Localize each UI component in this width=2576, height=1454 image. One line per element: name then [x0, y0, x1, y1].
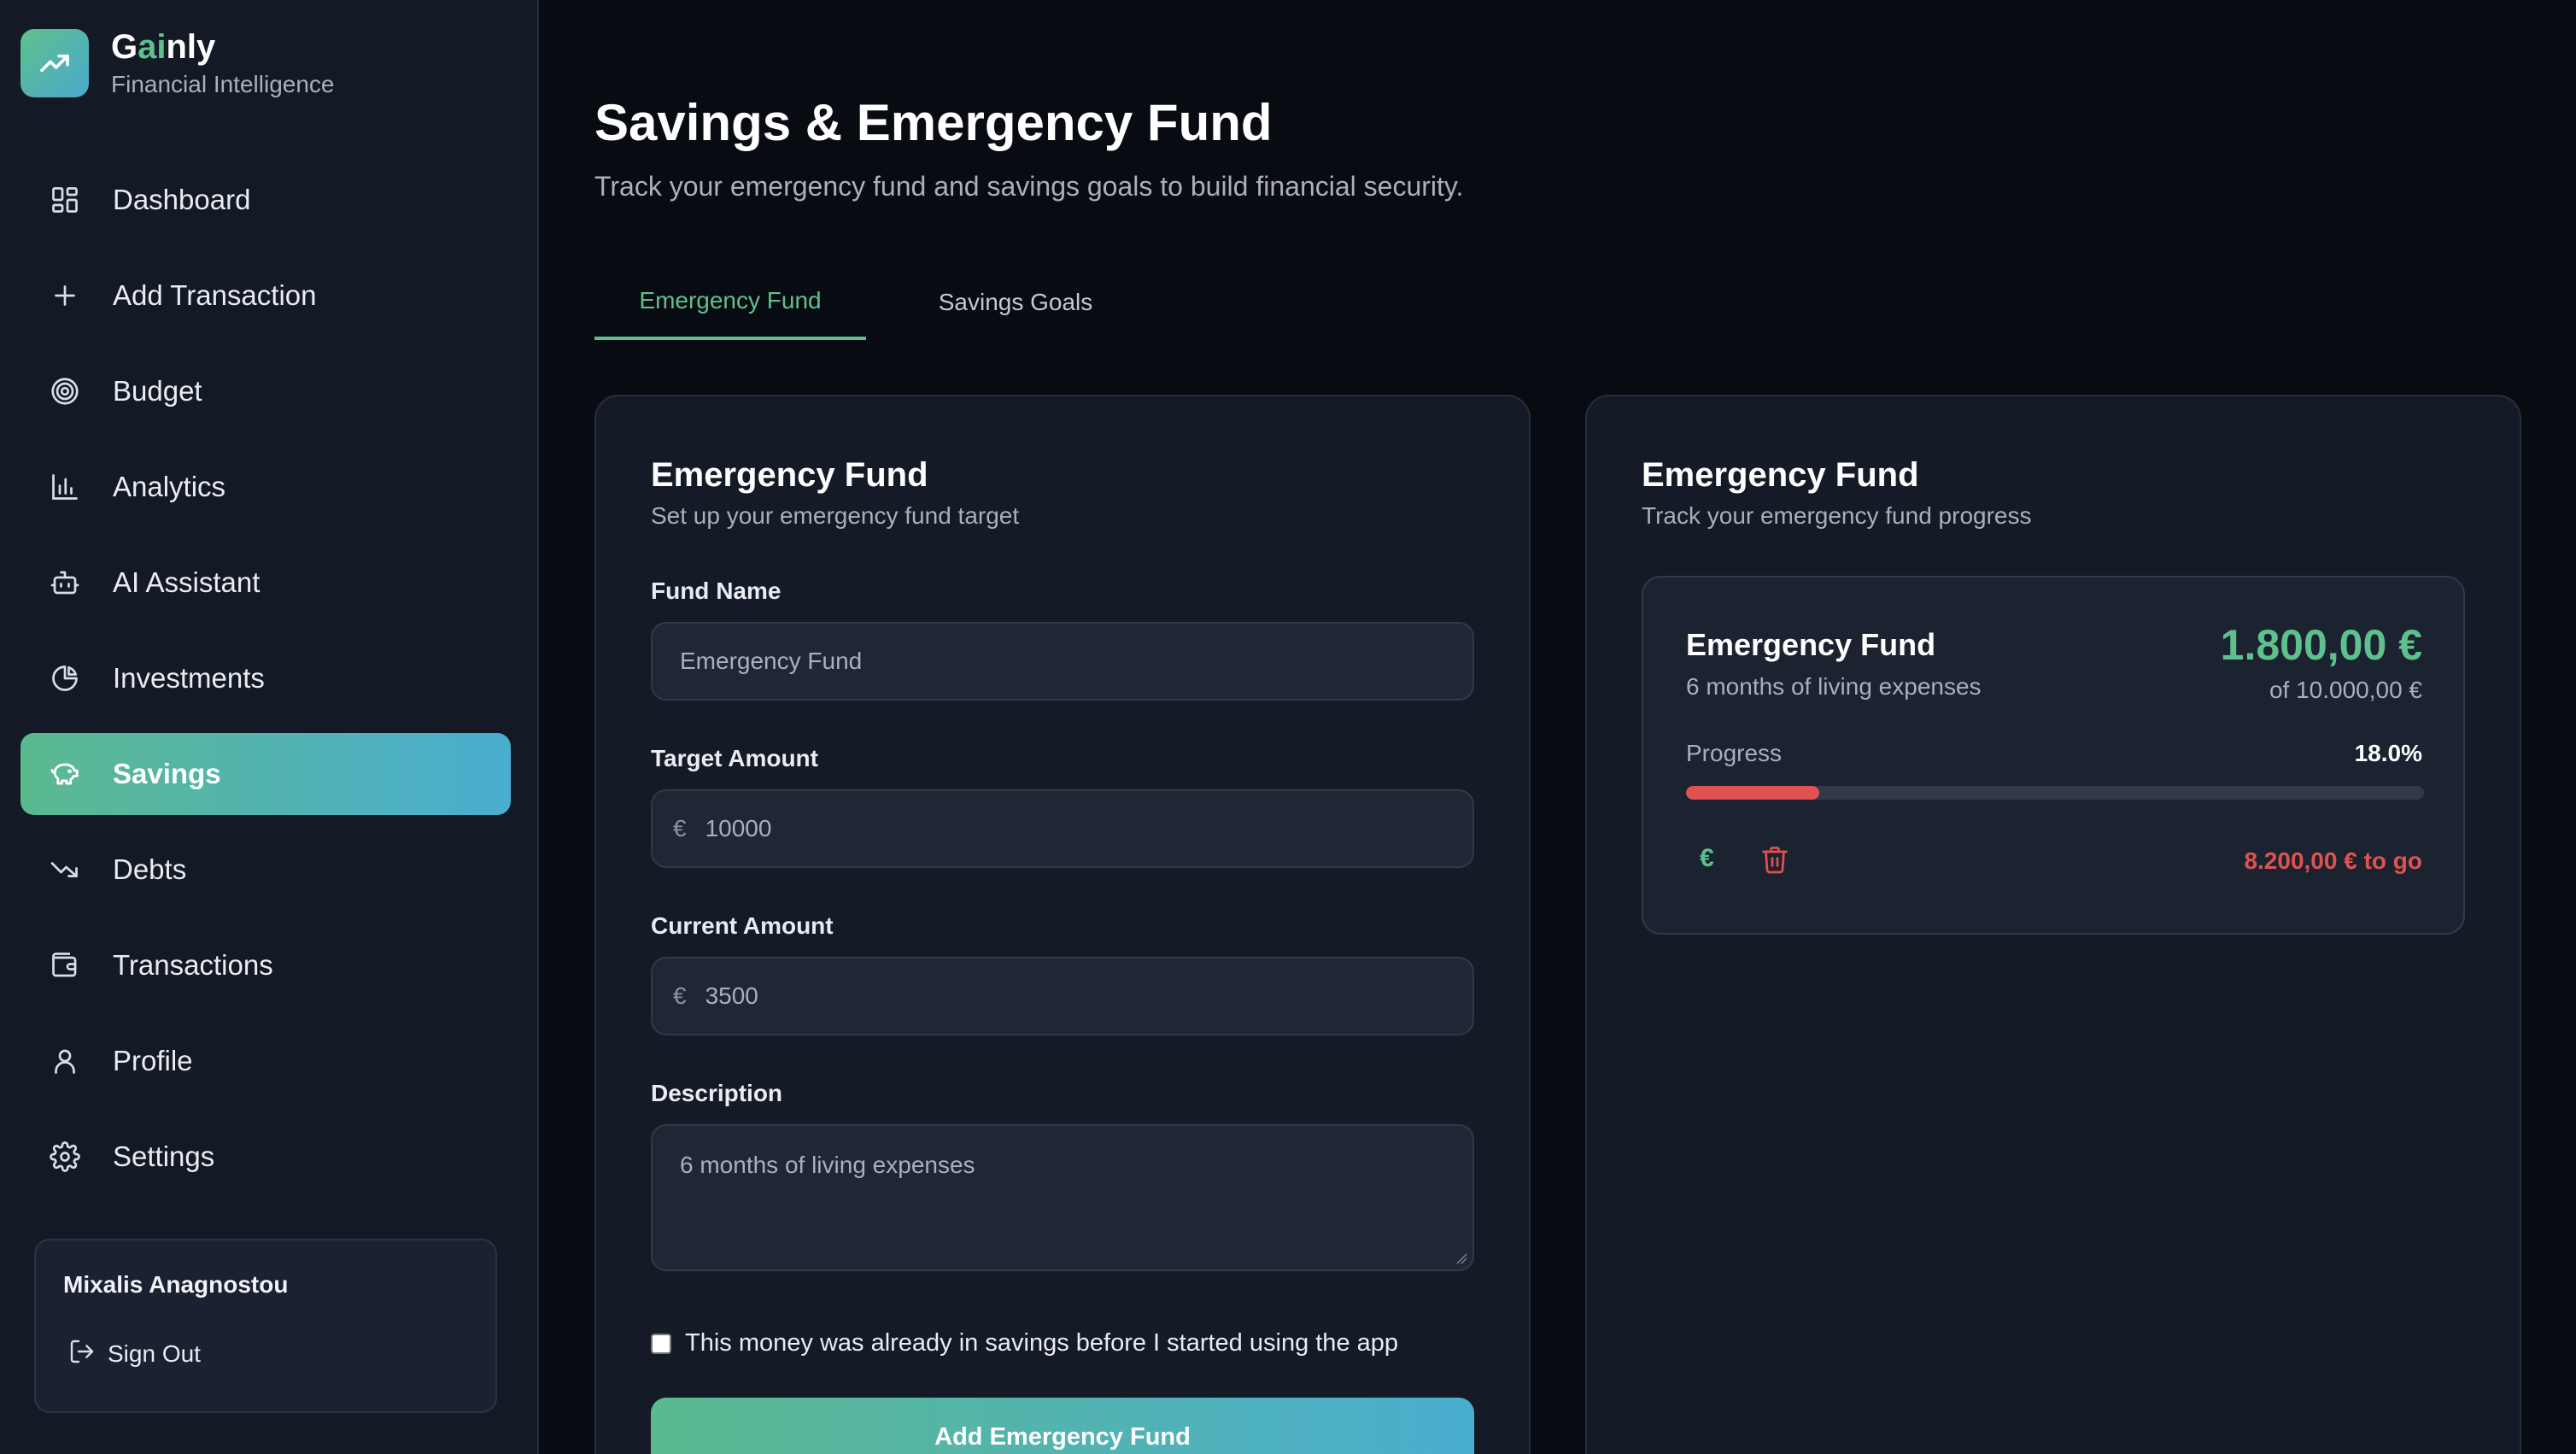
sidebar-item-label: Profile: [113, 1045, 193, 1076]
sign-out-button[interactable]: Sign Out: [68, 1338, 201, 1369]
progress-bar-fill: [1686, 786, 1819, 800]
description-value: 6 months of living expenses: [680, 1152, 975, 1178]
sidebar-item-analytics[interactable]: Analytics: [20, 446, 511, 528]
progress-label: Progress: [1686, 740, 1783, 766]
target-icon: [48, 374, 82, 408]
remaining-amount: 8.200,00 € to go: [2244, 847, 2422, 874]
sidebar-item-ai-assistant[interactable]: AI Assistant: [20, 542, 511, 624]
tab-emergency-fund[interactable]: Emergency Fund: [594, 265, 866, 340]
user-icon: [48, 1044, 82, 1078]
sidebar-item-add-transaction[interactable]: Add Transaction: [20, 255, 511, 337]
sidebar-item-debts[interactable]: Debts: [20, 829, 511, 911]
sidebar-nav: Dashboard Add Transaction Budget Analyti…: [20, 159, 511, 1211]
pre-existing-savings-checkbox[interactable]: [651, 1333, 671, 1354]
fund-name: Emergency Fund: [1686, 627, 1936, 662]
tab-savings-goals[interactable]: Savings Goals: [866, 265, 1165, 340]
target-amount-value: 10000: [705, 815, 772, 841]
fund-name-value: Emergency Fund: [680, 648, 863, 674]
sidebar-item-label: Budget: [113, 375, 202, 407]
emergency-fund-form-card: Emergency Fund Set up your emergency fun…: [594, 395, 1531, 1454]
target-amount-input[interactable]: € 10000: [651, 789, 1474, 868]
sidebar-item-label: AI Assistant: [113, 566, 261, 598]
gear-icon: [48, 1140, 82, 1174]
emergency-fund-progress-card: Emergency Fund Track your emergency fund…: [1585, 395, 2521, 1454]
pre-existing-savings-label[interactable]: This money was already in savings before…: [685, 1329, 1398, 1357]
sidebar-item-transactions[interactable]: Transactions: [20, 924, 511, 1006]
sidebar-item-label: Transactions: [113, 949, 273, 981]
form-subtitle: Set up your emergency fund target: [651, 502, 1020, 529]
plus-icon: [48, 278, 82, 313]
wallet-icon: [48, 948, 82, 982]
sidebar-item-label: Dashboard: [113, 184, 251, 215]
trending-up-icon: [20, 29, 89, 97]
piggy-bank-icon: [48, 757, 82, 791]
brand-tagline: Financial Intelligence: [111, 71, 335, 97]
progress-percent: 18.0%: [2354, 740, 2422, 766]
sidebar-item-investments[interactable]: Investments: [20, 637, 511, 719]
brand-name: Gainly: [111, 28, 216, 66]
sidebar-item-label: Analytics: [113, 471, 226, 502]
sidebar-item-label: Settings: [113, 1140, 215, 1172]
fund-name-input[interactable]: Emergency Fund: [651, 622, 1474, 701]
sidebar-item-profile[interactable]: Profile: [20, 1020, 511, 1102]
sidebar-item-budget[interactable]: Budget: [20, 350, 511, 432]
form-title: Emergency Fund: [651, 456, 928, 494]
fund-item: Emergency Fund 6 months of living expens…: [1642, 576, 2465, 935]
description-label: Description: [651, 1080, 783, 1106]
progress-title: Emergency Fund: [1642, 456, 1919, 494]
user-card: Mixalis Anagnostou Sign Out: [34, 1239, 497, 1413]
trash-icon[interactable]: [1759, 844, 1790, 875]
sidebar-item-dashboard[interactable]: Dashboard: [20, 159, 511, 241]
euro-icon: €: [673, 982, 687, 1009]
sidebar-item-label: Savings: [113, 758, 221, 789]
sign-out-label: Sign Out: [108, 1340, 201, 1367]
page-title: Savings & Emergency Fund: [594, 94, 1273, 151]
tabs: Emergency Fund Savings Goals: [594, 265, 1165, 340]
add-money-euro-button[interactable]: €: [1700, 844, 1714, 873]
fund-target-amount: of 10.000,00 €: [2269, 677, 2422, 703]
sidebar-item-settings[interactable]: Settings: [20, 1116, 511, 1198]
dashboard-icon: [48, 183, 82, 217]
current-amount-value: 3500: [705, 982, 758, 1009]
euro-icon: €: [673, 815, 687, 841]
brand[interactable]: Gainly Financial Intelligence: [20, 29, 335, 99]
bar-chart-icon: [48, 470, 82, 504]
sidebar: Gainly Financial Intelligence Dashboard …: [0, 0, 539, 1454]
current-amount-label: Current Amount: [651, 912, 834, 939]
sidebar-item-savings[interactable]: Savings: [20, 733, 511, 815]
sidebar-item-label: Debts: [113, 853, 187, 885]
description-textarea[interactable]: 6 months of living expenses: [651, 1124, 1474, 1271]
sidebar-item-label: Add Transaction: [113, 279, 317, 311]
sidebar-item-label: Investments: [113, 662, 265, 694]
add-emergency-fund-button[interactable]: Add Emergency Fund: [651, 1398, 1474, 1454]
current-amount-input[interactable]: € 3500: [651, 957, 1474, 1035]
fund-name-label: Fund Name: [651, 577, 782, 604]
pre-existing-savings-row: This money was already in savings before…: [651, 1329, 1398, 1357]
fund-current-amount: 1.800,00 €: [2220, 621, 2422, 669]
resize-grip-icon[interactable]: [1455, 1252, 1467, 1264]
target-amount-label: Target Amount: [651, 745, 818, 771]
user-name: Mixalis Anagnostou: [63, 1271, 289, 1298]
trending-down-icon: [48, 853, 82, 887]
progress-subtitle: Track your emergency fund progress: [1642, 502, 2032, 529]
pie-chart-icon: [48, 661, 82, 695]
progress-bar: [1686, 786, 2424, 800]
page-subtitle: Track your emergency fund and savings go…: [594, 171, 1464, 202]
logout-icon: [68, 1338, 96, 1369]
fund-description: 6 months of living expenses: [1686, 673, 1982, 700]
robot-icon: [48, 566, 82, 600]
